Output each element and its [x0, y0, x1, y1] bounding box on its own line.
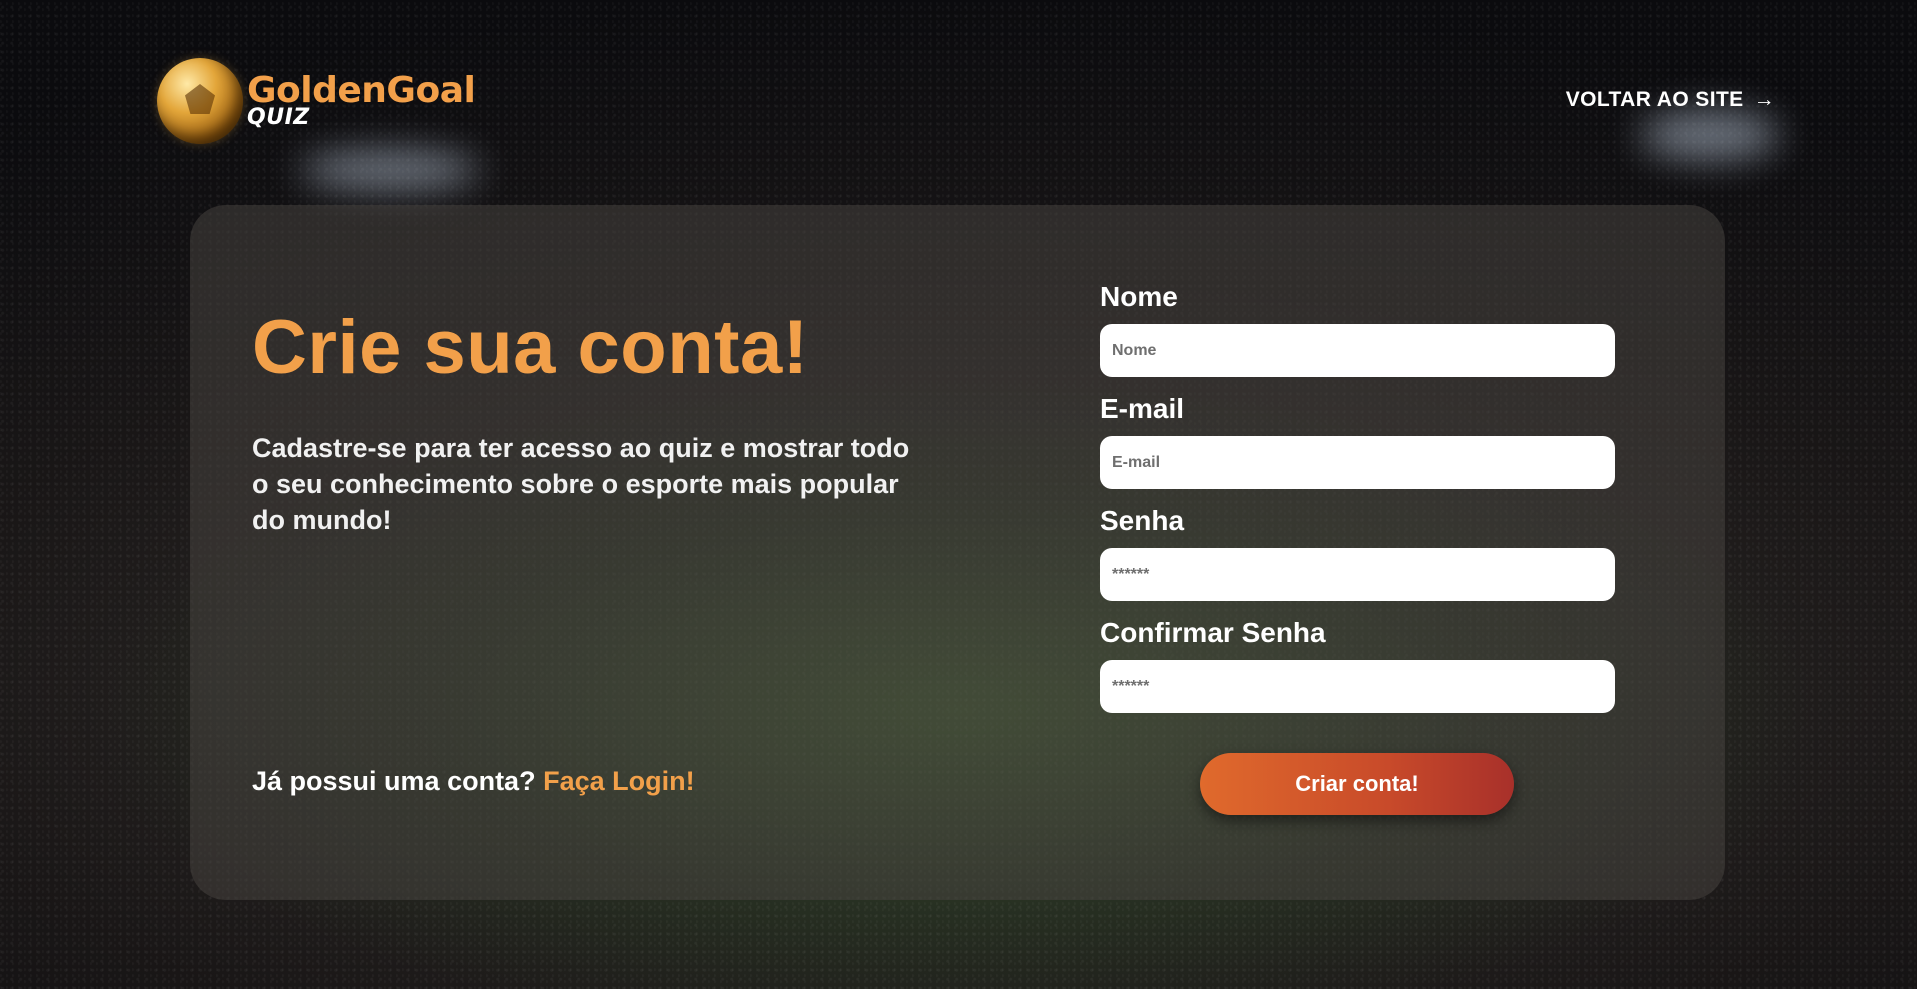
password-label: Senha	[1100, 505, 1185, 536]
confirm-password-field-group: Confirmar Senha	[1100, 617, 1615, 713]
soccer-ball-icon	[157, 58, 243, 144]
arrow-right-icon: →	[1753, 88, 1775, 111]
stadium-light	[1640, 110, 1780, 160]
name-field-group: Nome	[1100, 281, 1615, 377]
login-prompt: Já possui uma conta? Faça Login!	[252, 766, 695, 797]
password-input[interactable]	[1100, 548, 1615, 601]
logo-main-text: GoldenGoal	[247, 70, 476, 111]
name-input[interactable]	[1100, 324, 1615, 377]
confirm-password-input[interactable]	[1100, 660, 1615, 713]
page-subtitle: Cadastre-se para ter acesso ao quiz e mo…	[252, 433, 910, 535]
page-title: Crie sua conta!	[252, 305, 809, 390]
password-field-group: Senha	[1100, 505, 1615, 601]
email-label: E-mail	[1100, 393, 1185, 424]
email-field-group: E-mail	[1100, 393, 1615, 489]
stadium-light	[300, 150, 480, 190]
signup-form: Nome E-mail Senha Confirmar Senha	[1100, 281, 1615, 729]
site-logo[interactable]: GoldenGoal QUIZ	[157, 58, 476, 144]
signup-card: Crie sua conta! Cadastre-se para ter ace…	[190, 205, 1725, 900]
login-link[interactable]: Faça Login!	[543, 766, 695, 796]
create-account-button[interactable]: Criar conta!	[1200, 753, 1514, 815]
logo-text: GoldenGoal QUIZ	[247, 70, 476, 130]
name-label: Nome	[1100, 281, 1178, 312]
email-input[interactable]	[1100, 436, 1615, 489]
back-to-site-label: VOLTAR AO SITE	[1565, 88, 1744, 111]
confirm-password-label: Confirmar Senha	[1100, 617, 1326, 648]
logo-sub-text: QUIZ	[247, 105, 310, 130]
login-prompt-text: Já possui uma conta?	[252, 766, 536, 796]
back-to-site-link[interactable]: VOLTAR AO SITE →	[1566, 88, 1775, 112]
